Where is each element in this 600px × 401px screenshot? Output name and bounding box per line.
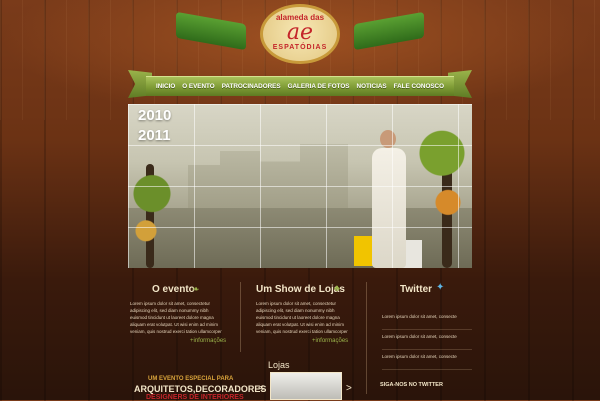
bags-icon: ♣ <box>334 283 340 293</box>
hero-year-2011: 2011 <box>138 127 171 144</box>
col-lojas-title: Um Show de Lojas <box>256 284 345 295</box>
logo-mark: ae <box>286 20 314 45</box>
twitter-bird-icon: ✦ <box>436 282 445 293</box>
hero-banner: 2010 2011 <box>128 104 472 268</box>
tweet-item: Lorem ipsum dolor sit amet, consecte <box>382 310 472 330</box>
hero-grid-overlay <box>128 104 472 268</box>
site-logo[interactable]: alameda das ae ESPATÓDIAS <box>176 4 424 64</box>
lojas-next-arrow[interactable]: > <box>346 383 352 394</box>
twitter-title: Twitter <box>400 284 433 295</box>
column-divider-1 <box>240 282 241 352</box>
nav-item-patrocinadores[interactable]: PATROCINADORES <box>222 83 281 90</box>
promo-headline: ARQUITETOS,DECORADORES <box>134 384 267 394</box>
main-nav: INICIO O EVENTO PATROCINADORES GALERIA D… <box>146 76 454 96</box>
logo-bottom-text: ESPATÓDIAS <box>272 44 328 51</box>
ribbon-left <box>176 11 246 51</box>
nav-banner: INICIO O EVENTO PATROCINADORES GALERIA D… <box>128 68 472 100</box>
col-o-evento-more-link[interactable]: +informações <box>190 338 226 344</box>
ribbon-right <box>354 11 424 51</box>
twitter-feed: Lorem ipsum dolor sit amet, consecte Lor… <box>382 310 472 370</box>
tweet-item: Lorem ipsum dolor sit amet, consecte <box>382 330 472 350</box>
hero-years: 2010 2011 <box>138 106 171 146</box>
nav-item-o-evento[interactable]: O EVENTO <box>182 83 214 90</box>
col-o-evento-text: Lorem ipsum dolor sit amet, consectetur … <box>130 301 222 334</box>
nav-item-inicio[interactable]: INICIO <box>156 83 175 90</box>
hero-year-2010: 2010 <box>138 107 172 124</box>
col-lojas-text: Lorem ipsum dolor sit amet, consectetur … <box>256 301 348 334</box>
promo-kicker: UM EVENTO ESPECIAL PARA <box>148 376 234 382</box>
lojas-thumbnail[interactable] <box>270 372 342 400</box>
lojas-title: Lojas <box>268 360 290 370</box>
nav-item-noticias[interactable]: NOTICIAS <box>357 83 387 90</box>
tweet-item: Lorem ipsum dolor sit amet, consecte <box>382 350 472 370</box>
col-o-evento-title: O evento <box>152 284 195 295</box>
nav-item-fale-conosco[interactable]: FALE CONOSCO <box>394 83 444 90</box>
column-divider-2 <box>366 282 367 394</box>
col-lojas-more-link[interactable]: +informações <box>312 338 348 344</box>
leaf-icon: ❧ <box>192 284 200 294</box>
nav-item-galeria-de-fotos[interactable]: GALERIA DE FOTOS <box>288 83 350 90</box>
follow-twitter-link[interactable]: SIGA-NOS NO TWITTER <box>380 382 443 388</box>
logo-badge: alameda das ae ESPATÓDIAS <box>260 4 340 64</box>
